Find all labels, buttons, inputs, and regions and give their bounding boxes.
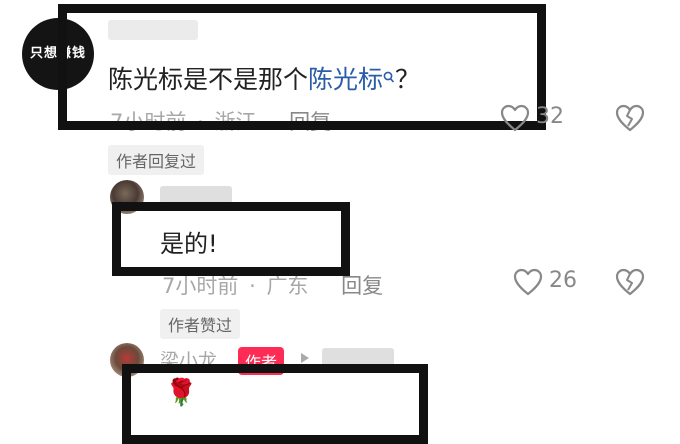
like-button[interactable]: 26	[513, 266, 593, 298]
broken-heart-icon[interactable]	[615, 104, 645, 132]
heart-icon	[500, 104, 530, 132]
like-count: 32	[536, 104, 564, 129]
like-count: 26	[549, 268, 577, 293]
play-arrow-icon	[301, 353, 309, 363]
heart-icon	[513, 268, 543, 296]
comment-location: 广东	[266, 274, 309, 298]
broken-heart-icon[interactable]	[615, 268, 645, 296]
rose-emoji: 🌹	[165, 378, 198, 408]
redaction-frame	[112, 202, 350, 276]
reply-button[interactable]: 回复	[341, 274, 383, 298]
comment-time: 7小时前	[162, 274, 239, 298]
redaction-frame	[58, 4, 546, 130]
author-liked-tag: 作者赞过	[160, 309, 241, 339]
author-replied-tag: 作者回复过	[108, 145, 205, 175]
like-button[interactable]: 32	[500, 102, 580, 134]
